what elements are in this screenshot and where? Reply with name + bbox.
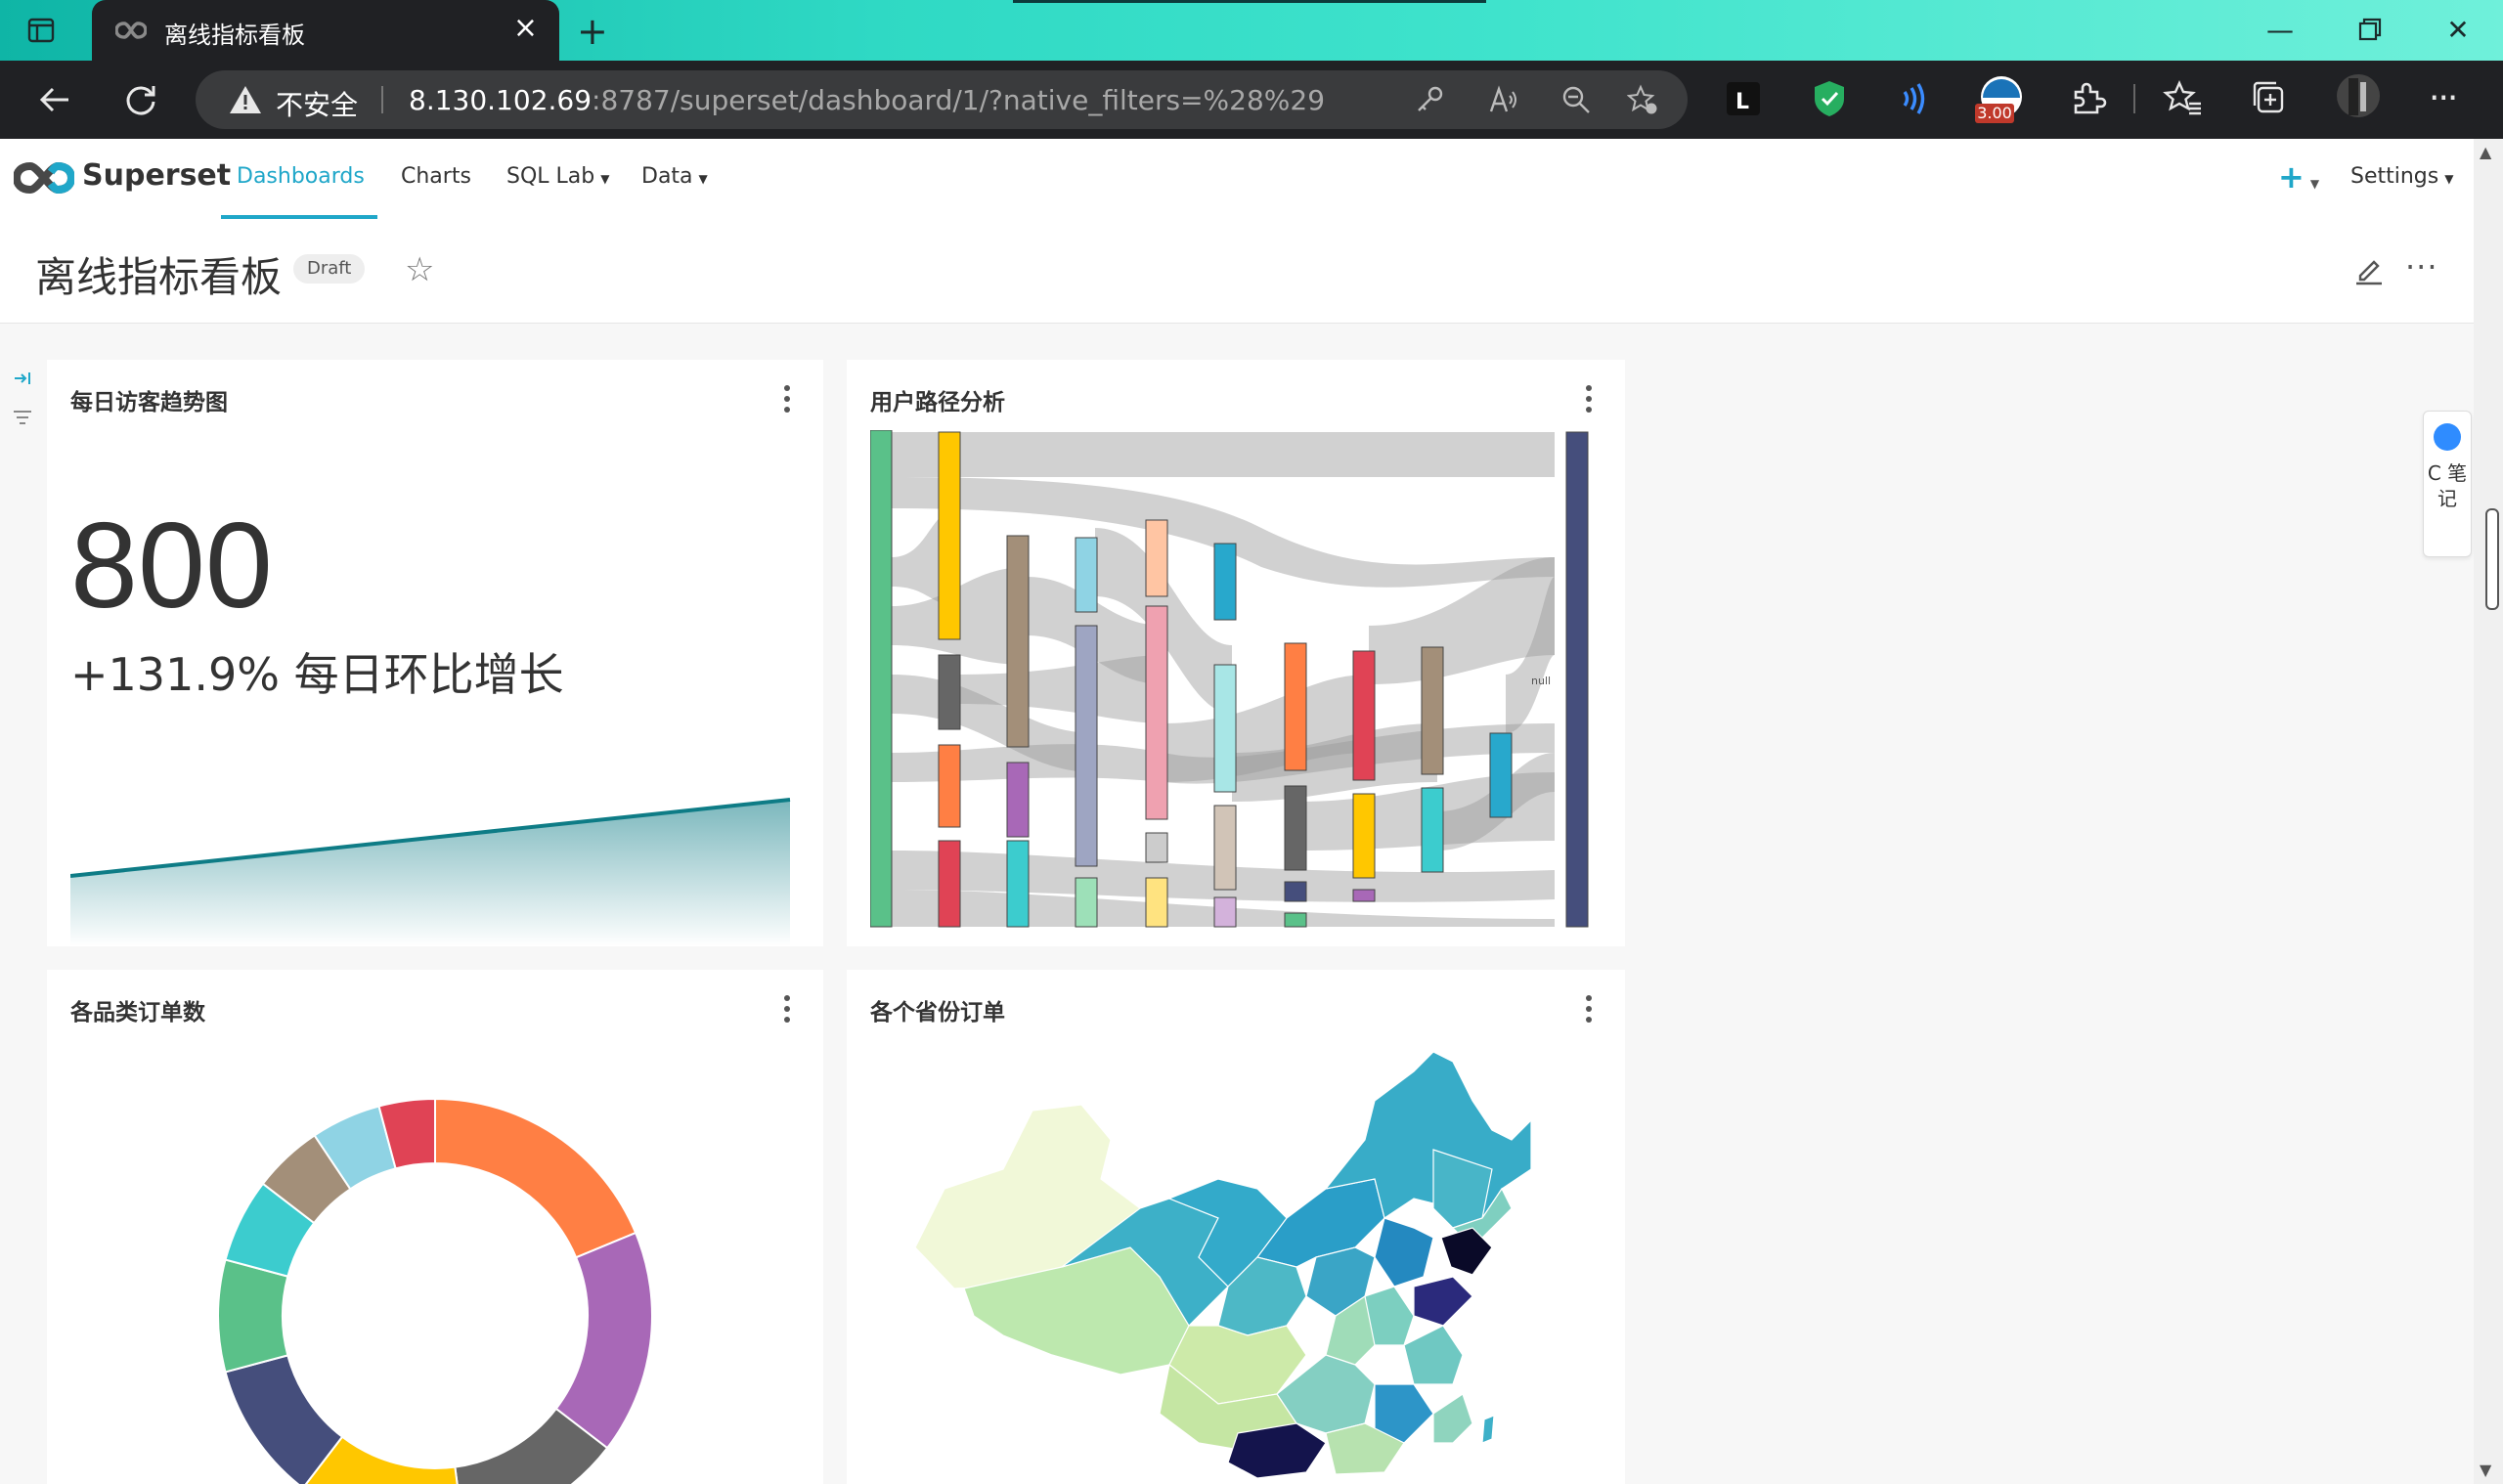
chart-menu-icon[interactable]	[1586, 995, 1594, 1025]
trendline-area	[70, 800, 790, 946]
security-label[interactable]: 不安全	[276, 84, 358, 123]
settings-label: Settings	[2350, 164, 2439, 189]
browser-title-bar: 离线指标看板 × + — ✕	[0, 0, 2503, 61]
restore-icon[interactable]	[2352, 14, 2388, 47]
caret-down-icon: ▼	[600, 172, 610, 186]
url-host: 8.130.102.69	[409, 84, 593, 116]
menu-dashboards[interactable]: Dashboards	[237, 164, 365, 189]
donut-slice[interactable]	[216, 1258, 289, 1374]
scroll-up-icon[interactable]: ▲	[2480, 143, 2491, 161]
caret-down-icon: ▼	[2444, 172, 2454, 186]
caret-down-icon: ▼	[698, 172, 708, 186]
chart-card-province-orders: 各个省份订单	[847, 970, 1625, 1484]
new-tab-icon[interactable]: +	[577, 10, 608, 53]
browser-tab[interactable]: 离线指标看板 ×	[92, 0, 559, 61]
dashboard-more-icon[interactable]: ···	[2405, 248, 2438, 285]
extension-l-icon[interactable]: L	[1723, 78, 1764, 119]
province-shapes	[914, 1051, 1532, 1479]
side-note-label: C 笔 记	[2427, 461, 2468, 510]
back-icon[interactable]	[35, 80, 74, 119]
superset-favicon-icon	[115, 22, 147, 39]
big-number-subheader: +131.9% 每日环比增长	[70, 648, 564, 701]
big-number-value: 800	[70, 499, 273, 633]
close-tab-icon[interactable]: ×	[513, 14, 538, 43]
sankey-node-label: null	[1531, 675, 1551, 687]
favorite-star-icon[interactable]: ☆	[405, 250, 434, 289]
page-scrollbar[interactable]	[2474, 139, 2503, 1484]
trendline-chart	[70, 798, 791, 946]
dashboard-title[interactable]: 离线指标看板	[35, 244, 282, 304]
note-app-icon	[2434, 423, 2461, 451]
warning-icon[interactable]	[229, 84, 262, 115]
tab-title: 离线指标看板	[164, 22, 305, 49]
expand-filters-icon[interactable]	[12, 368, 33, 389]
collections-icon[interactable]	[2249, 78, 2290, 119]
menu-data-label: Data	[641, 164, 693, 189]
refresh-icon[interactable]	[121, 80, 160, 119]
read-aloud-icon[interactable]	[1488, 84, 1519, 115]
menu-sql-lab-label: SQL Lab	[506, 164, 595, 189]
profile-avatar-icon[interactable]	[2335, 72, 2382, 119]
superset-header: Superset Dashboards Charts SQL Lab ▼ Data…	[0, 139, 2474, 220]
menu-sql-lab[interactable]: SQL Lab ▼	[506, 164, 609, 189]
address-divider	[381, 86, 383, 113]
key-icon[interactable]	[1414, 84, 1445, 115]
donut-slice[interactable]	[434, 1097, 637, 1259]
donut-slice[interactable]	[554, 1231, 653, 1450]
url-path: :8787/superset/dashboard/1/?native_filte…	[592, 84, 1326, 116]
settings-menu[interactable]: Settings ▼	[2350, 164, 2453, 189]
chart-menu-icon[interactable]	[1586, 385, 1594, 415]
close-window-icon[interactable]: ✕	[2440, 14, 2476, 47]
chart-title: 每日访客趋势图	[70, 390, 228, 415]
address-bar[interactable]: 不安全 8.130.102.69:8787/superset/dashboard…	[196, 70, 1688, 129]
edit-pencil-icon[interactable]	[2352, 252, 2386, 285]
filter-icon[interactable]	[12, 407, 33, 428]
chart-card-category-orders: 各品类订单数	[47, 970, 823, 1484]
add-favorite-icon[interactable]	[1627, 84, 1658, 115]
sidebar-toggle-icon[interactable]	[27, 17, 55, 44]
chart-menu-icon[interactable]	[784, 385, 792, 415]
toolbar-divider	[2133, 84, 2135, 113]
extension-badge: 3.00	[1975, 104, 2014, 123]
chart-menu-icon[interactable]	[784, 995, 792, 1025]
chart-card-daily-visitors: 每日访客趋势图 800 +131.9% 每日环比增长	[47, 360, 823, 946]
scroll-down-icon[interactable]: ▼	[2480, 1461, 2491, 1479]
chart-title: 用户路径分析	[870, 390, 1005, 415]
menu-data[interactable]: Data ▼	[641, 164, 708, 189]
tab-strip-indicator	[1013, 0, 1486, 3]
chart-title: 各个省份订单	[870, 1000, 1005, 1026]
zoom-out-icon[interactable]	[1560, 84, 1592, 115]
url-text[interactable]: 8.130.102.69:8787/superset/dashboard/1/?…	[409, 84, 1325, 116]
china-province-map	[914, 1051, 1532, 1479]
chart-card-user-path: 用户路径分析 null	[847, 360, 1625, 946]
browser-nav-bar: 不安全 8.130.102.69:8787/superset/dashboard…	[0, 61, 2503, 139]
side-note-widget[interactable]: C 笔 记	[2423, 411, 2472, 557]
minimize-icon[interactable]: —	[2262, 14, 2298, 47]
menu-charts[interactable]: Charts	[401, 164, 471, 189]
svg-text:L: L	[1735, 90, 1749, 114]
shield-icon[interactable]	[1809, 78, 1850, 119]
audio-extension-icon[interactable]	[1895, 78, 1936, 119]
scrollbar-thumb[interactable]	[2485, 508, 2499, 610]
add-new-button[interactable]: + ▼	[2278, 158, 2319, 196]
draft-badge[interactable]: Draft	[293, 254, 366, 284]
extensions-puzzle-icon[interactable]	[2067, 78, 2108, 119]
browser-menu-icon[interactable]: ···	[2429, 78, 2458, 118]
superset-logo-icon[interactable]	[14, 158, 74, 197]
favorites-icon[interactable]	[2163, 78, 2204, 119]
dashboard-header: 离线指标看板 Draft ☆ ···	[0, 219, 2474, 324]
brand-name[interactable]: Superset	[82, 158, 231, 193]
sankey-chart: null	[870, 430, 1589, 928]
chart-title: 各品类订单数	[70, 1000, 205, 1026]
donut-chart	[216, 1097, 653, 1484]
caret-down-icon: ▼	[2309, 177, 2320, 191]
